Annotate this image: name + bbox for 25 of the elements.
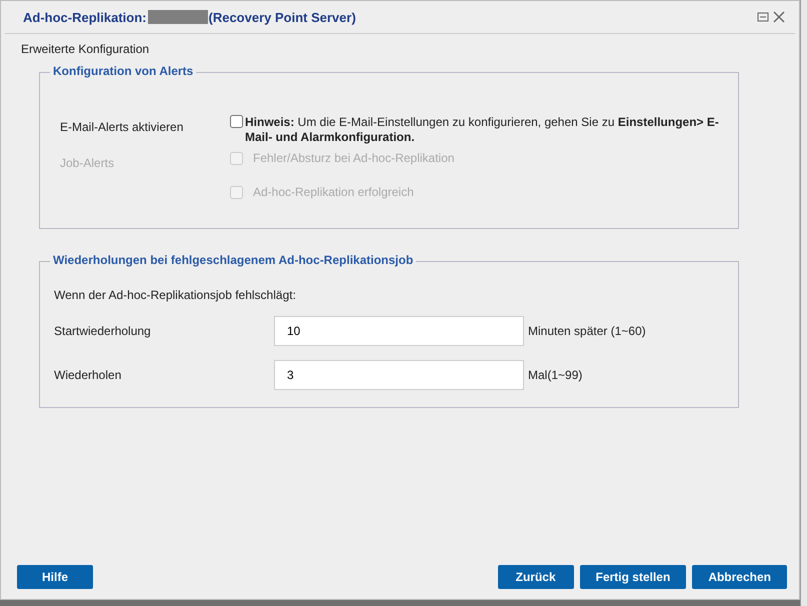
email-alerts-checkbox[interactable] — [230, 115, 243, 128]
number-input[interactable]: 3 — [274, 360, 524, 390]
section-label: Erweiterte Konfiguration — [21, 42, 150, 56]
checkbox-label: Fehler/Absturz bei Ad-hoc-Replikation — [253, 151, 454, 165]
window-title: Ad-hoc-Replikation: — [23, 10, 146, 24]
field-label: Wiederholen — [54, 368, 122, 382]
unit-label: Mal(1~99) — [528, 368, 582, 382]
checkbox-label: Ad-hoc-Replikation erfolgreich — [253, 185, 414, 199]
field-label: Job-Alerts — [59, 156, 116, 172]
field-label: Startwiederholung — [54, 324, 152, 338]
number-input[interactable]: 10 — [274, 316, 524, 346]
dialog-button[interactable]: Fertig stellen — [580, 565, 686, 589]
window-title: (Recovery Point Server) — [208, 10, 356, 24]
help-button[interactable]: Hilfe — [17, 565, 93, 589]
unit-label: Minuten später (1~60) — [528, 324, 646, 338]
close-icon[interactable] — [773, 11, 785, 23]
panel-legend: Wiederholungen bei fehlgeschlagenem Ad-hoc-Replikationsjob — [50, 253, 416, 267]
panel-legend: Konfiguration von Alerts — [50, 64, 196, 78]
dialog-button[interactable]: Zurück — [498, 565, 574, 589]
restore-icon[interactable] — [757, 11, 769, 23]
redacted-block — [148, 10, 208, 24]
dialog-button[interactable]: Abbrechen — [692, 565, 787, 589]
field-label: E-Mail-Alerts aktivieren — [59, 120, 184, 136]
hint-text: Hinweis: Um die E-Mail-Einstellungen zu konfigurieren, gehen Sie zu Einstellungen> E-Mail- und Alarmkonfiguration. — [245, 115, 720, 145]
intro-text: Wenn der Ad-hoc-Replikationsjob fehlschlägt: — [54, 288, 297, 302]
